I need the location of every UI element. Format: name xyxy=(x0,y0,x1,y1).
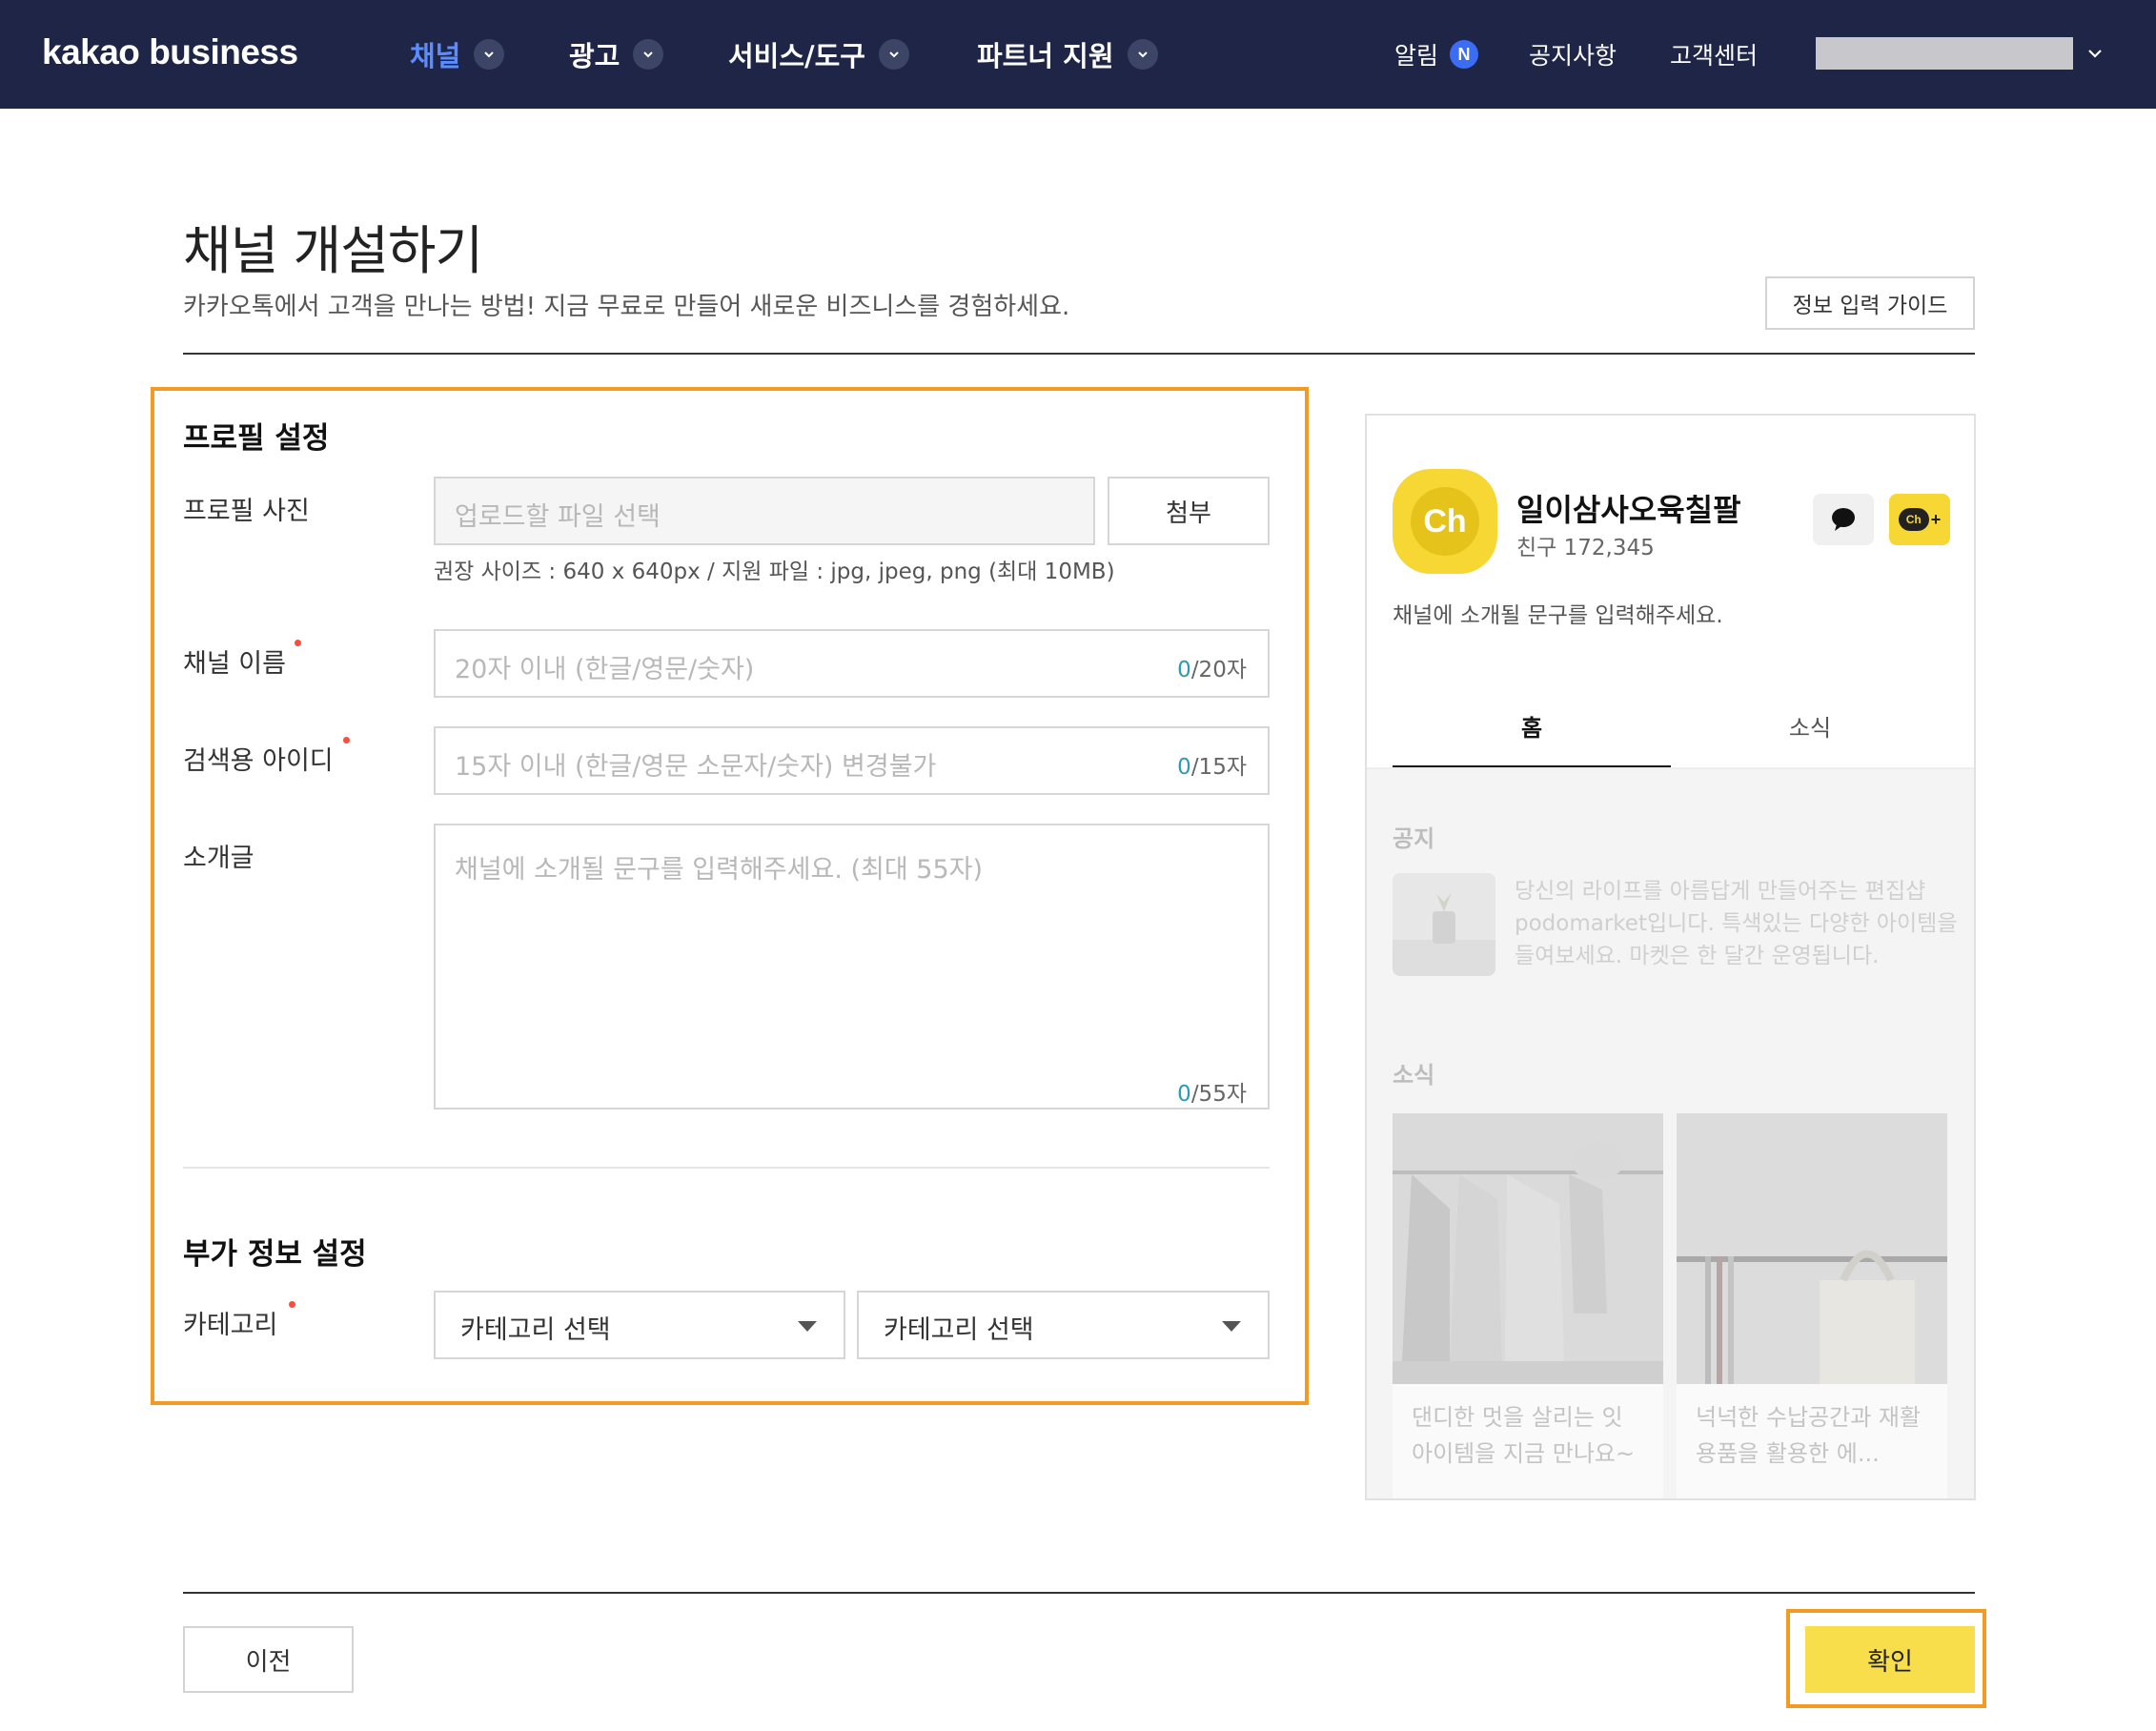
preview-channel-name: 일이삼사오육칠팔 xyxy=(1516,492,1741,528)
plus-icon: + xyxy=(1930,509,1942,529)
photo-hint: 권장 사이즈 : 640 x 640px / 지원 파일 : jpg, jpeg… xyxy=(434,560,1115,584)
extra-section-title: 부가 정보 설정 xyxy=(183,1237,367,1272)
account-menu-masked[interactable] xyxy=(1816,37,2073,70)
category-select-1[interactable]: 카테고리 선택 xyxy=(434,1291,845,1359)
required-dot xyxy=(289,1301,295,1308)
page-title: 채널 개설하기 xyxy=(183,220,483,281)
chevron-down-icon xyxy=(879,39,909,70)
preview-notice-title: 공지 xyxy=(1393,825,1435,852)
nav-channel[interactable]: 채널 xyxy=(410,0,505,109)
search-id-input[interactable]: 15자 이내 (한글/영문 소문자/숫자) 변경불가 0/15자 xyxy=(434,726,1270,795)
nav-services-tools[interactable]: 서비스/도구 xyxy=(728,0,909,109)
search-id-counter: 0/15자 xyxy=(1177,755,1247,780)
search-id-label: 검색용 아이디 xyxy=(183,746,334,776)
intro-textarea[interactable]: 채널에 소개될 문구를 입력해주세요. (최대 55자) 0/55자 xyxy=(434,824,1270,1110)
section-divider xyxy=(183,1167,1270,1169)
preview-tab-home: 홈 xyxy=(1393,702,1671,768)
channel-name-counter: 0/20자 xyxy=(1177,658,1247,682)
preview-news-title: 소식 xyxy=(1393,1062,1435,1089)
support-link[interactable]: 고객센터 xyxy=(1670,0,1758,109)
search-id-placeholder: 15자 이내 (한글/영문 소문자/숫자) 변경불가 xyxy=(455,752,937,782)
news-card: 넉넉한 수납공간과 재활용품을 활용한 에... xyxy=(1677,1113,1947,1498)
profile-section-title: 프로필 설정 xyxy=(183,421,330,456)
news-card-image-clothes xyxy=(1393,1113,1663,1384)
info-guide-button[interactable]: 정보 입력 가이드 xyxy=(1765,276,1975,330)
nav-ads[interactable]: 광고 xyxy=(569,0,664,109)
category-label: 카테고리 xyxy=(183,1311,278,1340)
nav-ads-label: 광고 xyxy=(569,40,620,72)
profile-photo-label: 프로필 사진 xyxy=(183,497,310,526)
chat-bubble-icon xyxy=(1813,494,1874,545)
nav-partner-support[interactable]: 파트너 지원 xyxy=(977,0,1158,109)
footer-divider xyxy=(183,1592,1975,1594)
chevron-down-icon[interactable] xyxy=(2084,42,2106,65)
intro-placeholder: 채널에 소개될 문구를 입력해주세요. (최대 55자) xyxy=(455,855,984,885)
preview-description: 채널에 소개될 문구를 입력해주세요. xyxy=(1393,603,1723,628)
profile-photo-file-field[interactable]: 업로드할 파일 선택 xyxy=(434,477,1095,545)
category-select-1-value: 카테고리 선택 xyxy=(460,1315,611,1345)
caret-down-icon xyxy=(1222,1321,1241,1332)
required-dot xyxy=(343,737,350,743)
news-card-text: 넉넉한 수납공간과 재활용품을 활용한 에... xyxy=(1696,1404,1922,1467)
chevron-down-icon xyxy=(633,39,664,70)
nav-partner-label: 파트너 지원 xyxy=(977,40,1114,72)
channel-logo-icon: Ch xyxy=(1411,487,1479,556)
caret-down-icon xyxy=(798,1321,817,1332)
ch-icon: Ch xyxy=(1898,508,1929,531)
intro-counter: 0/55자 xyxy=(1177,1082,1247,1107)
channel-name-input[interactable]: 20자 이내 (한글/영문/숫자) 0/20자 xyxy=(434,629,1270,698)
nav-services-label: 서비스/도구 xyxy=(728,40,865,72)
news-card-image-bag xyxy=(1677,1113,1947,1384)
previous-button[interactable]: 이전 xyxy=(183,1626,354,1693)
nav-channel-label: 채널 xyxy=(410,40,461,72)
preview-tab-news: 소식 xyxy=(1788,715,1832,742)
chevron-down-icon xyxy=(1127,39,1158,70)
category-select-2-value: 카테고리 선택 xyxy=(884,1315,1034,1345)
attach-button[interactable]: 첨부 xyxy=(1108,477,1270,545)
notice-thumbnail xyxy=(1393,873,1495,976)
top-navigation-bar: kakao business 채널 광고 서비스/도구 파트너 지원 알림 N … xyxy=(0,0,2156,109)
preview-notice-text: 당신의 라이프를 아름답게 만들어주는 편집샵 podomarket입니다. 특… xyxy=(1515,879,1958,968)
chevron-down-icon xyxy=(474,39,505,70)
channel-name-placeholder: 20자 이내 (한글/영문/숫자) xyxy=(455,655,755,684)
alerts-link[interactable]: 알림 N xyxy=(1394,0,1479,109)
confirm-button[interactable]: 확인 xyxy=(1805,1626,1975,1693)
channel-avatar: Ch xyxy=(1393,469,1497,574)
page-subtitle: 카카오톡에서 고객을 만나는 방법! 지금 무료로 만들어 새로운 비즈니스를 … xyxy=(183,293,1070,321)
category-select-2[interactable]: 카테고리 선택 xyxy=(857,1291,1270,1359)
news-card-text: 댄디한 멋을 살리는 잇 아이템을 지금 만나요~ xyxy=(1412,1404,1636,1467)
add-channel-icon: Ch + xyxy=(1889,494,1950,545)
required-dot xyxy=(295,640,301,646)
kakao-business-logo[interactable]: kakao business xyxy=(42,32,298,72)
intro-label: 소개글 xyxy=(183,844,254,873)
preview-friend-count: 친구 172,345 xyxy=(1516,536,1655,560)
alerts-label: 알림 xyxy=(1394,42,1439,70)
channel-preview-panel: Ch 일이삼사오육칠팔 친구 172,345 Ch + 채널에 소개될 문구를 입… xyxy=(1365,414,1976,1500)
new-badge: N xyxy=(1450,40,1479,69)
notice-link[interactable]: 공지사항 xyxy=(1529,0,1617,109)
header-divider xyxy=(183,353,1975,355)
news-card: 댄디한 멋을 살리는 잇 아이템을 지금 만나요~ xyxy=(1393,1113,1663,1498)
file-field-placeholder: 업로드할 파일 선택 xyxy=(455,502,661,532)
channel-name-label: 채널 이름 xyxy=(183,649,286,679)
